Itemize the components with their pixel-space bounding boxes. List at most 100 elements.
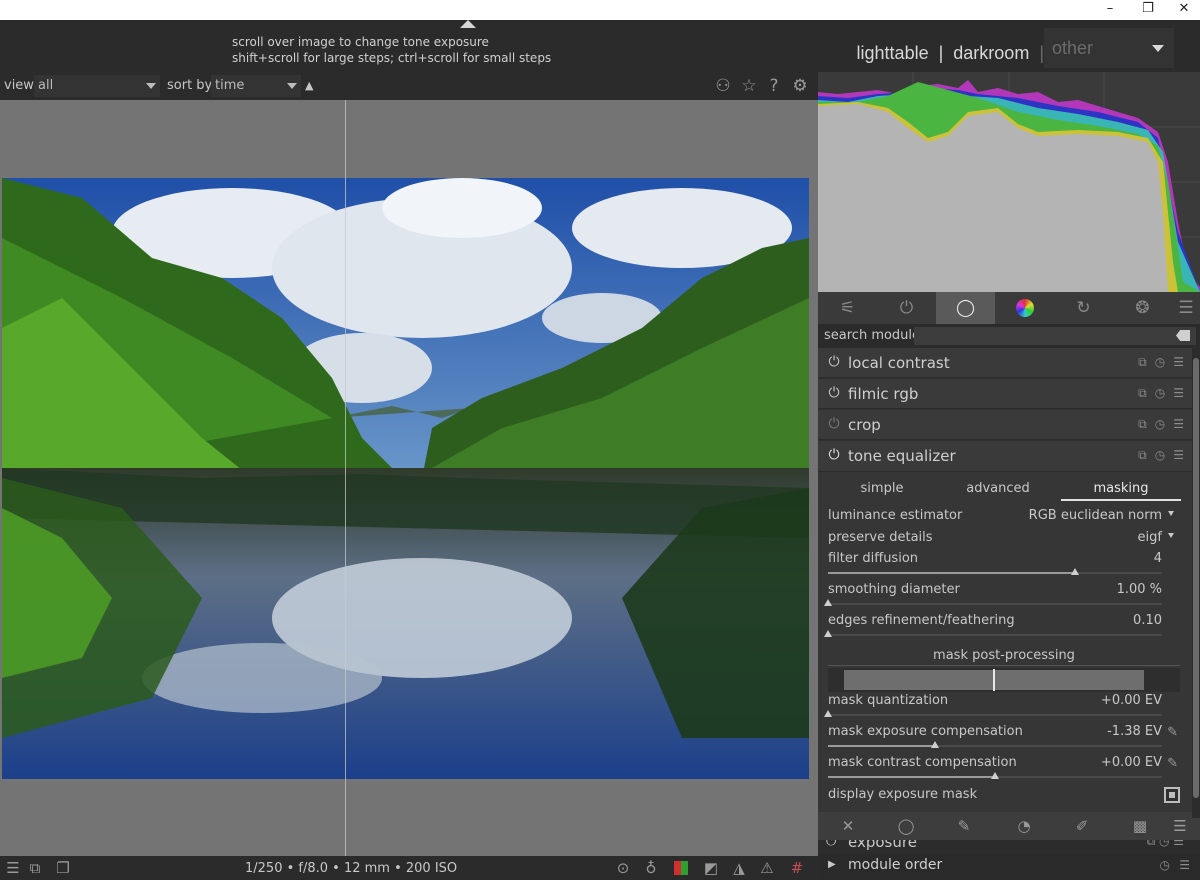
module-exposure[interactable]: ⏻ exposure ⧉ ◷ ☰ (818, 840, 1192, 852)
shapes-icon[interactable]: ⧉ (24, 858, 46, 878)
correction-modules-tab-icon[interactable]: ↻ (1054, 292, 1113, 324)
filter-diffusion-slider[interactable] (828, 568, 1162, 576)
quick-access-tab-icon[interactable]: ⚟ (818, 292, 877, 324)
iso-icon[interactable]: ♁ (640, 858, 662, 878)
module-menu-icon[interactable]: ☰ (1179, 858, 1190, 872)
color-picker-icon[interactable]: ✎ (1167, 756, 1178, 771)
reset-icon[interactable]: ◷ (1155, 448, 1165, 463)
power-icon[interactable]: ⏻ (826, 447, 842, 463)
search-module-input[interactable] (914, 327, 1196, 345)
clear-search-icon[interactable] (1176, 330, 1190, 341)
active-modules-tab-icon[interactable]: ⏻ (877, 292, 936, 324)
bottom-bar: ☰ ⧉ ❐ 1/250 • f/8.0 • 12 mm • 200 ISO ⊙ … (0, 856, 818, 880)
drawn-mask-icon[interactable]: ✎ (952, 816, 976, 836)
view-darkroom[interactable]: darkroom (953, 43, 1029, 64)
mask-exposure-slider[interactable] (828, 741, 1162, 749)
blend-off-icon[interactable]: ✕ (836, 816, 860, 836)
mask-contrast-slider[interactable] (828, 772, 1162, 780)
module-order-row[interactable]: ▶ module order ◷ ☰ (818, 854, 1200, 880)
mask-quantization-slider[interactable] (824, 710, 1162, 718)
tab-masking[interactable]: masking (1061, 481, 1181, 501)
reset-icon[interactable]: ◷ (1155, 386, 1165, 401)
uniform-blend-icon[interactable]: ◯ (894, 816, 918, 836)
module-crop[interactable]: ⏻ crop ⧉ ◷ ☰ (818, 410, 1192, 440)
power-icon[interactable]: ⏻ (826, 354, 842, 370)
menu-icon[interactable]: ☰ (2, 858, 24, 878)
gear-icon[interactable]: ⚙ (789, 75, 811, 97)
guides-icon[interactable]: # (786, 858, 808, 878)
reset-icon[interactable]: ◷ (1155, 355, 1165, 370)
image-canvas[interactable] (0, 100, 818, 856)
slider-handle[interactable] (824, 710, 832, 717)
presets-icon[interactable]: ⧉ (1138, 386, 1147, 401)
view-lighttable[interactable]: lighttable (857, 43, 929, 64)
module-menu-icon[interactable]: ☰ (1173, 448, 1184, 463)
tabs-menu-icon[interactable]: ☰ (1172, 292, 1200, 324)
tab-advanced[interactable]: advanced (938, 481, 1058, 496)
color-assessment-icon[interactable] (670, 858, 692, 878)
sort-dropdown[interactable]: time (211, 75, 301, 97)
module-filmic-rgb[interactable]: ⏻ filmic rgb ⧉ ◷ ☰ (818, 379, 1192, 409)
warning-icon[interactable]: ⚠ (756, 858, 778, 878)
presets-icon[interactable]: ⧉ (1138, 417, 1147, 432)
base-modules-tab-icon[interactable]: ◯ (936, 292, 995, 324)
power-icon[interactable]: ⏻ (826, 385, 842, 401)
focus-peaking-icon[interactable]: ⊙ (612, 858, 634, 878)
view-filter-value: all (38, 78, 54, 93)
restore-icon[interactable]: ❐ (1130, 0, 1166, 20)
color-labels-icon[interactable]: ⚇ (712, 75, 734, 97)
display-exposure-mask-toggle[interactable] (1164, 787, 1180, 803)
presets-icon[interactable]: ⧉ (1138, 355, 1147, 370)
slider-handle[interactable] (1071, 568, 1080, 575)
scrollbar-thumb[interactable] (1193, 358, 1199, 798)
edges-refinement-label: edges refinement/feathering (828, 613, 1015, 628)
view-other-dropdown[interactable]: other (1044, 28, 1174, 68)
presets-icon[interactable]: ⧉ (1138, 448, 1147, 463)
luminance-estimator-combobox[interactable]: luminance estimator RGB euclidean norm (828, 508, 1174, 528)
power-icon[interactable]: ⏻ (826, 840, 836, 849)
parametric-mask-icon[interactable]: ◔ (1012, 816, 1036, 836)
gamut-check-icon[interactable]: ◮ (728, 858, 750, 878)
power-icon[interactable]: ⏻ (826, 416, 842, 432)
smoothing-diameter-slider[interactable] (824, 599, 1162, 607)
blend-mode-bar: ✕ ◯ ✎ ◔ ✐ ▩ ☰ (818, 812, 1200, 840)
color-picker-icon[interactable]: ✎ (1167, 725, 1178, 740)
slider-handle[interactable] (824, 630, 832, 637)
module-menu-icon[interactable]: ☰ (1173, 355, 1184, 370)
histogram[interactable] (818, 72, 1200, 292)
color-modules-tab-icon[interactable] (995, 292, 1054, 324)
sort-direction-icon[interactable]: ▲ (305, 79, 313, 92)
preserve-details-combobox[interactable]: preserve details eigf (828, 530, 1174, 550)
module-menu-icon[interactable]: ☰ (1173, 386, 1184, 401)
drawn-parametric-mask-icon[interactable]: ✐ (1070, 816, 1094, 836)
second-window-icon[interactable]: ❐ (52, 858, 74, 878)
softproof-icon[interactable]: ◩ (700, 858, 722, 878)
module-menu-icon[interactable]: ☰ (1173, 417, 1184, 432)
exif-info: 1/250 • f/8.0 • 12 mm • 200 ISO (245, 861, 458, 876)
tab-simple[interactable]: simple (822, 481, 942, 496)
raster-mask-icon[interactable]: ▩ (1128, 816, 1152, 836)
reset-icon[interactable]: ◷ (1160, 858, 1170, 872)
minimize-icon[interactable]: – (1092, 0, 1128, 20)
right-panel-scrollbar[interactable] (1192, 348, 1200, 818)
collapse-top-panel-icon[interactable] (460, 20, 476, 28)
mask-exposure-slider-label: mask exposure compensation -1.38 EV ✎ (828, 724, 1178, 744)
view-filter-dropdown[interactable]: all (34, 75, 160, 97)
module-menu-icon[interactable]: ⧉ ◷ ☰ (1147, 840, 1184, 849)
slider-handle[interactable] (930, 741, 939, 748)
help-icon[interactable]: ? (763, 75, 785, 97)
slider-handle[interactable] (991, 772, 999, 779)
reset-icon[interactable]: ◷ (1155, 417, 1165, 432)
photo-preview[interactable] (2, 178, 809, 779)
edges-refinement-slider[interactable] (824, 630, 1162, 638)
module-tone-equalizer[interactable]: ⏻ tone equalizer ⧉ ◷ ☰ (818, 441, 1192, 472)
slider-handle[interactable] (824, 599, 832, 606)
star-icon[interactable]: ☆ (738, 75, 760, 97)
split-guide-line[interactable] (345, 100, 346, 856)
mask-contrast-label: mask contrast compensation (828, 755, 1017, 770)
blend-menu-icon[interactable]: ☰ (1168, 816, 1192, 836)
close-icon[interactable]: ✕ (1166, 0, 1200, 20)
module-local-contrast[interactable]: ⏻ local contrast ⧉ ◷ ☰ (818, 348, 1192, 378)
effects-modules-tab-icon[interactable]: ❂ (1113, 292, 1172, 324)
filter-diffusion-label: filter diffusion (828, 551, 919, 566)
